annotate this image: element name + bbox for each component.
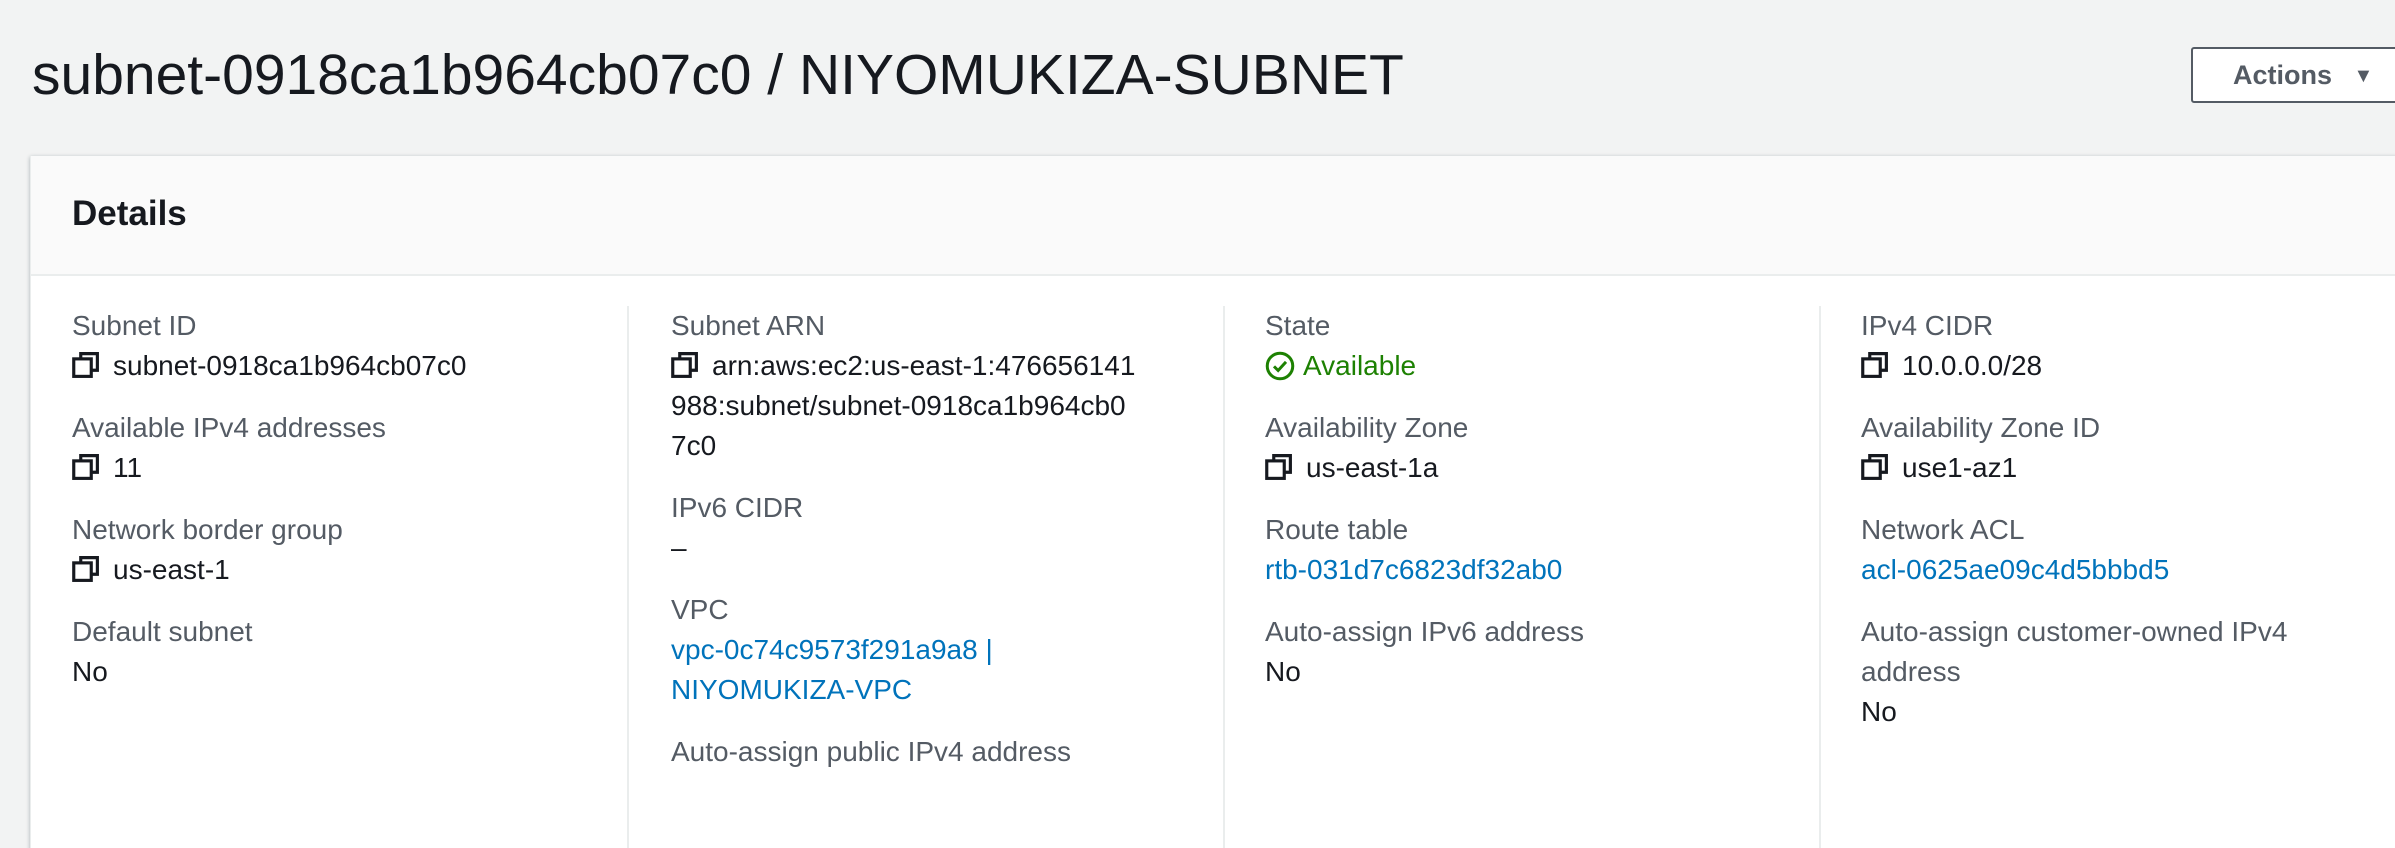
availability-zone-id-text: use1-az1	[1902, 452, 2018, 483]
network-acl-link[interactable]: acl-0625ae09c4d5bbbd5	[1861, 550, 2395, 590]
auto-assign-coip-field: Auto-assign customer-owned IPv4 address …	[1861, 612, 2395, 732]
availability-zone-field: Availability Zone us-east-1a	[1265, 408, 1819, 488]
auto-assign-ipv6-label: Auto-assign IPv6 address	[1265, 616, 1585, 647]
default-subnet-value: No	[72, 656, 108, 687]
cutoff-label: Auto-assign public IPv4 address	[671, 736, 1071, 767]
availability-zone-label: Availability Zone	[1265, 412, 1469, 443]
details-column-4: IPv4 CIDR 10.0.0.0/28 Availability Zone …	[1819, 306, 2395, 848]
subnet-details-page: subnet-0918ca1b964cb07c0 / NIYOMUKIZA-SU…	[0, 0, 2395, 848]
network-border-group-value: us-east-1	[72, 550, 627, 590]
subnet-id-field: Subnet ID subnet-0918ca1b964cb07c0	[72, 306, 627, 386]
details-panel-title: Details	[72, 194, 187, 233]
ipv4-cidr-text: 10.0.0.0/28	[1902, 350, 2043, 381]
default-subnet-field: Default subnet No	[72, 612, 627, 692]
auto-assign-ipv6-field: Auto-assign IPv6 address No	[1265, 612, 1819, 692]
copy-icon[interactable]	[671, 351, 699, 379]
availability-zone-id-label: Availability Zone ID	[1861, 412, 2101, 443]
caret-down-icon: ▼	[2353, 64, 2374, 87]
page-title: subnet-0918ca1b964cb07c0 / NIYOMUKIZA-SU…	[32, 43, 1404, 107]
state-label: State	[1265, 310, 1331, 341]
details-column-3: State Available Availability Zone us-eas…	[1223, 306, 1819, 848]
subnet-arn-value: arn:aws:ec2:us-east-1:476656141988:subne…	[671, 346, 1141, 466]
default-subnet-label: Default subnet	[72, 616, 253, 647]
copy-icon[interactable]	[1861, 351, 1889, 379]
subnet-arn-text: arn:aws:ec2:us-east-1:476656141988:subne…	[671, 350, 1136, 461]
subnet-arn-field: Subnet ARN arn:aws:ec2:us-east-1:4766561…	[671, 306, 1223, 466]
details-column-2: Subnet ARN arn:aws:ec2:us-east-1:4766561…	[627, 306, 1223, 848]
auto-assign-ipv6-value: No	[1265, 656, 1301, 687]
auto-assign-coip-value: No	[1861, 696, 1897, 727]
ipv6-cidr-field: IPv6 CIDR –	[671, 488, 1223, 568]
subnet-id-value: subnet-0918ca1b964cb07c0	[72, 346, 627, 386]
available-ipv4-field: Available IPv4 addresses 11	[72, 408, 627, 488]
available-ipv4-text: 11	[113, 452, 143, 483]
vpc-field: VPC vpc-0c74c9573f291a9a8 | NIYOMUKIZA-V…	[671, 590, 1223, 710]
actions-button-label: Actions	[2233, 59, 2333, 90]
details-panel: Details Subnet ID subnet-0918ca1b964cb07…	[30, 156, 2395, 848]
available-ipv4-value: 11	[72, 448, 627, 488]
ipv4-cidr-value: 10.0.0.0/28	[1861, 346, 2395, 386]
subnet-arn-label: Subnet ARN	[671, 310, 826, 341]
vpc-link[interactable]: vpc-0c74c9573f291a9a8 | NIYOMUKIZA-VPC	[671, 630, 1031, 710]
route-table-link[interactable]: rtb-031d7c6823df32ab0	[1265, 550, 1819, 590]
network-border-group-field: Network border group us-east-1	[72, 510, 627, 590]
ipv4-cidr-field: IPv4 CIDR 10.0.0.0/28	[1861, 306, 2395, 386]
network-acl-label: Network ACL	[1861, 514, 2025, 545]
network-border-group-label: Network border group	[72, 514, 343, 545]
details-columns: Subnet ID subnet-0918ca1b964cb07c0 Avail…	[31, 306, 2395, 848]
ipv6-cidr-label: IPv6 CIDR	[671, 492, 804, 523]
ipv4-cidr-label: IPv4 CIDR	[1861, 310, 1994, 341]
network-border-group-text: us-east-1	[113, 554, 230, 585]
availability-zone-id-value: use1-az1	[1861, 448, 2395, 488]
copy-icon[interactable]	[1861, 453, 1889, 481]
route-table-label: Route table	[1265, 514, 1409, 545]
details-panel-header: Details	[31, 156, 2395, 276]
network-acl-field: Network ACL acl-0625ae09c4d5bbbd5	[1861, 510, 2395, 590]
actions-button[interactable]: Actions ▼	[2191, 47, 2395, 103]
status-positive-icon	[1265, 351, 1295, 381]
details-column-1: Subnet ID subnet-0918ca1b964cb07c0 Avail…	[31, 306, 627, 848]
availability-zone-id-field: Availability Zone ID use1-az1	[1861, 408, 2395, 488]
subnet-id-label: Subnet ID	[72, 310, 197, 341]
copy-icon[interactable]	[72, 453, 100, 481]
route-table-field: Route table rtb-031d7c6823df32ab0	[1265, 510, 1819, 590]
available-ipv4-label: Available IPv4 addresses	[72, 412, 386, 443]
state-field: State Available	[1265, 306, 1819, 386]
copy-icon[interactable]	[72, 555, 100, 583]
auto-assign-coip-label: Auto-assign customer-owned IPv4 address	[1861, 616, 2288, 687]
copy-icon[interactable]	[72, 351, 100, 379]
state-text: Available	[1303, 350, 1417, 381]
copy-icon[interactable]	[1265, 453, 1293, 481]
vpc-label: VPC	[671, 594, 729, 625]
state-value: Available	[1265, 346, 1819, 386]
ipv6-cidr-value: –	[671, 532, 687, 563]
availability-zone-text: us-east-1a	[1306, 452, 1439, 483]
availability-zone-value: us-east-1a	[1265, 448, 1819, 488]
cutoff-field: Auto-assign public IPv4 address	[671, 732, 1223, 772]
subnet-id-text: subnet-0918ca1b964cb07c0	[113, 350, 467, 381]
